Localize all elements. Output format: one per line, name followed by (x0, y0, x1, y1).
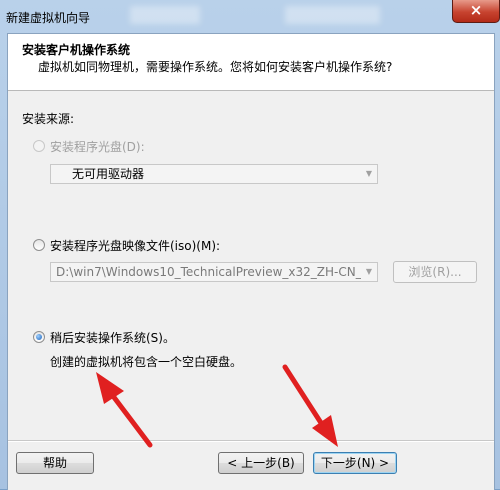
page-description: 虚拟机如同物理机，需要操作系统。您将如何安装客户机操作系统? (38, 60, 393, 74)
install-source-label: 安装来源: (22, 112, 75, 126)
radio-installer-disc[interactable] (33, 140, 45, 152)
chevron-down-icon: ▼ (361, 263, 377, 281)
drive-select-value: 无可用驱动器 (72, 167, 145, 181)
radio-installer-disc-label: 安装程序光盘(D): (50, 140, 145, 154)
close-icon: × (469, 1, 483, 19)
radio-iso-image[interactable] (33, 239, 45, 251)
chevron-down-icon: ▼ (365, 169, 373, 178)
close-button[interactable]: × (452, 0, 500, 23)
iso-path-value: D:\win7\Windows10_TechnicalPreview_x32_Z… (56, 265, 378, 279)
page-title: 安装客户机操作系统 (22, 43, 131, 57)
drive-select[interactable]: 无可用驱动器 ▼ (50, 164, 378, 184)
browse-button[interactable]: 浏览(R)... (393, 261, 477, 283)
wizard-header: 安装客户机操作系统 虚拟机如同物理机，需要操作系统。您将如何安装客户机操作系统? (8, 34, 494, 91)
wizard-client-area: 安装客户机操作系统 虚拟机如同物理机，需要操作系统。您将如何安装客户机操作系统?… (7, 33, 495, 490)
title-bar[interactable]: 新建虚拟机向导 × (0, 0, 500, 33)
radio-iso-image-label: 安装程序光盘映像文件(iso)(M): (50, 239, 221, 253)
next-button[interactable]: 下一步(N) > (313, 452, 397, 474)
background-window-title-blur (130, 6, 200, 24)
window-title: 新建虚拟机向导 (6, 11, 91, 25)
install-later-description: 创建的虚拟机将包含一个空白硬盘。 (50, 355, 243, 369)
radio-install-later-label: 稍后安装操作系统(S)。 (50, 331, 175, 345)
help-button[interactable]: 帮助 (16, 452, 94, 474)
back-button[interactable]: < 上一步(B) (218, 452, 304, 474)
wizard-window: 新建虚拟机向导 × 安装客户机操作系统 虚拟机如同物理机，需要操作系统。您将如何… (0, 0, 500, 490)
background-window-title-blur (285, 6, 380, 24)
iso-path-combo[interactable]: D:\win7\Windows10_TechnicalPreview_x32_Z… (50, 262, 378, 282)
radio-install-later[interactable] (33, 331, 45, 343)
footer-separator (8, 440, 494, 442)
